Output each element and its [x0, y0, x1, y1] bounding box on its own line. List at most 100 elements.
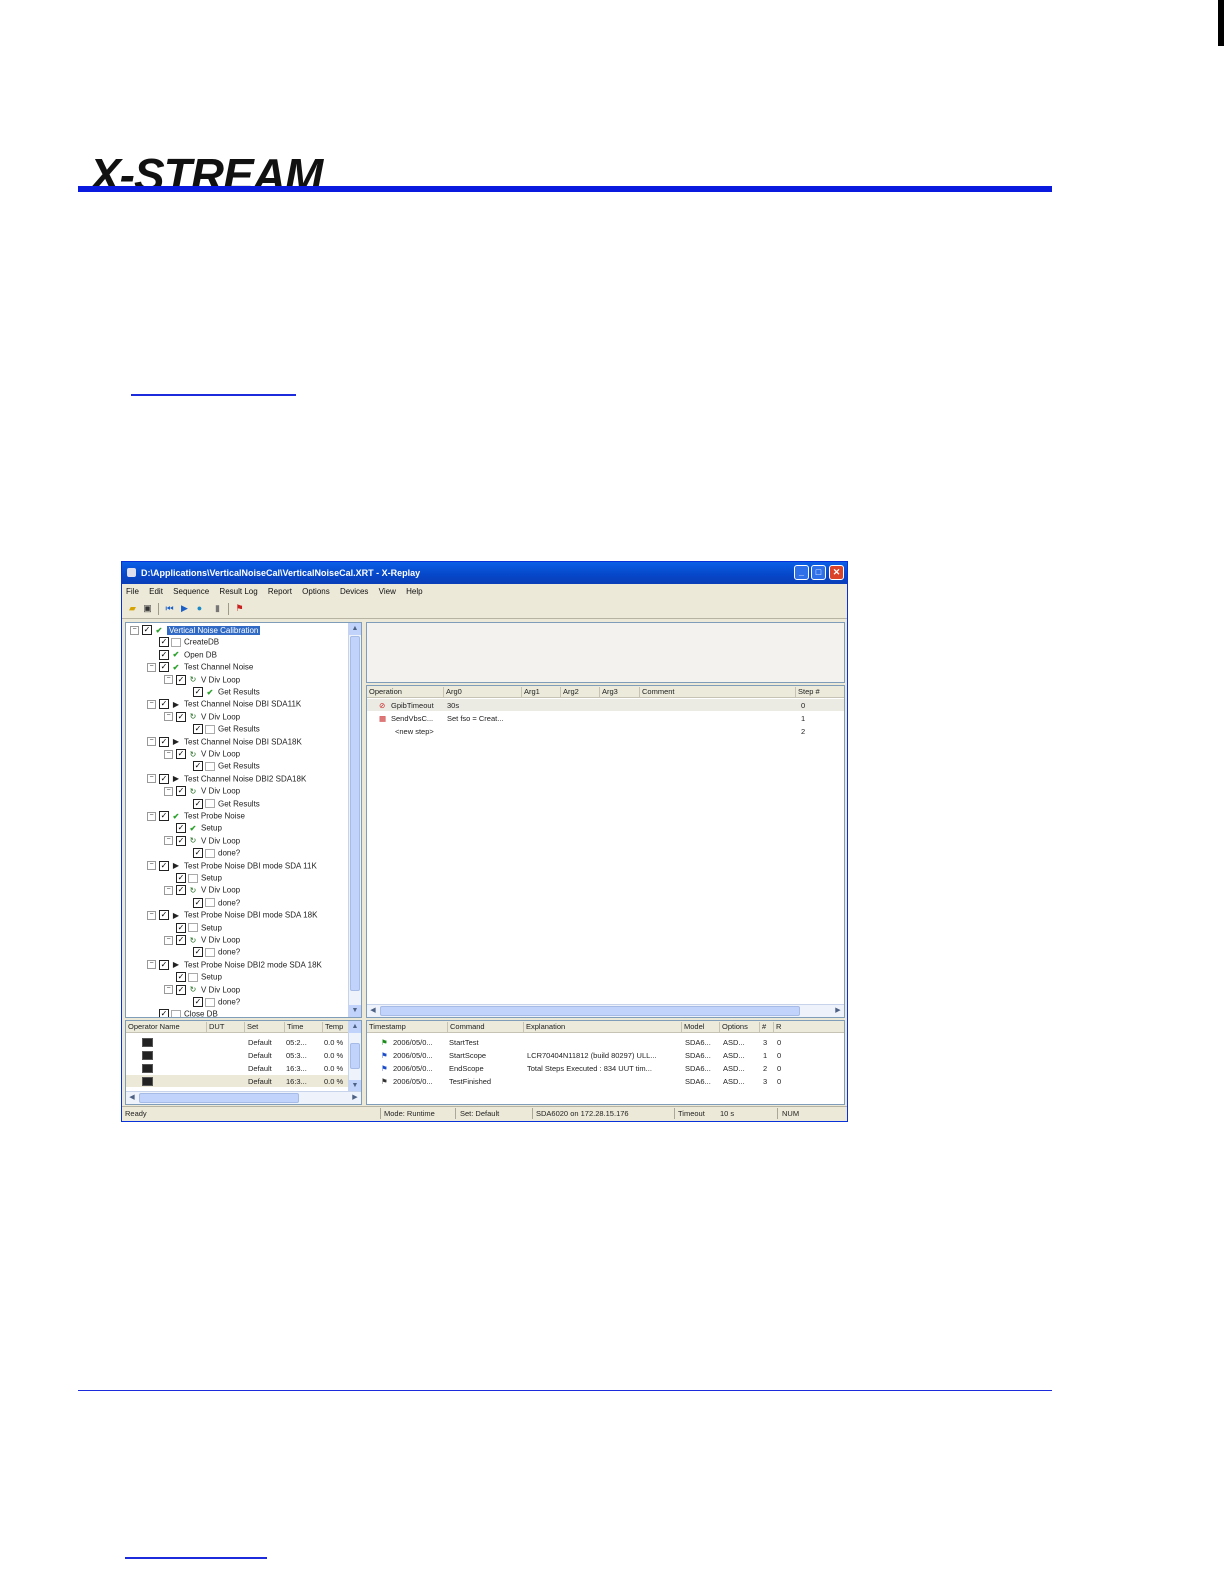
- minimize-button[interactable]: _: [794, 565, 809, 580]
- expand-toggle-icon[interactable]: −: [147, 662, 156, 672]
- enable-checkbox[interactable]: ✓: [159, 811, 169, 821]
- menu-options[interactable]: Options: [298, 584, 334, 596]
- col-comment[interactable]: Comment: [639, 687, 675, 697]
- tree-item[interactable]: ✓ Setup: [164, 922, 222, 935]
- enable-checkbox[interactable]: ✓: [193, 687, 203, 697]
- expand-toggle-icon[interactable]: −: [164, 675, 173, 685]
- tree-item[interactable]: ✓ Get Results: [181, 798, 260, 811]
- expand-toggle-icon[interactable]: −: [164, 935, 173, 945]
- results-vertical-scrollbar[interactable]: ▲ ▼: [348, 1021, 361, 1092]
- enable-checkbox[interactable]: ✓: [159, 736, 169, 747]
- col-explanation[interactable]: Explanation: [523, 1022, 565, 1032]
- enable-checkbox[interactable]: ✓: [193, 848, 203, 859]
- tree-item[interactable]: − ✓ ↻ V Div Loop: [164, 674, 240, 687]
- tree-item[interactable]: ✓ Get Results: [181, 724, 260, 736]
- result-row[interactable]: Default 05:3... 0.0 %: [126, 1049, 361, 1061]
- tree-vertical-scrollbar[interactable]: ▲ ▼: [348, 623, 361, 1017]
- result-row[interactable]: Default 05:2... 0.0 %: [126, 1036, 361, 1048]
- expand-toggle-icon[interactable]: −: [164, 749, 173, 759]
- run-icon[interactable]: ●: [194, 603, 205, 614]
- col-number[interactable]: #: [759, 1022, 766, 1032]
- tree-item[interactable]: − ✓ ↻ V Div Loop: [164, 885, 240, 897]
- enable-checkbox[interactable]: ✓: [193, 947, 203, 958]
- maximize-button[interactable]: □: [811, 565, 826, 580]
- menu-devices[interactable]: Devices: [336, 584, 372, 596]
- enable-checkbox[interactable]: ✓: [176, 674, 186, 685]
- enable-checkbox[interactable]: ✓: [193, 761, 203, 772]
- col-command[interactable]: Command: [447, 1022, 485, 1032]
- enable-checkbox[interactable]: ✓: [176, 749, 186, 759]
- expand-toggle-icon[interactable]: −: [147, 861, 156, 871]
- enable-checkbox[interactable]: ✓: [159, 959, 169, 970]
- tree-item[interactable]: − ✓ ▶ Test Probe Noise DBI mode SDA 18K: [147, 910, 317, 922]
- tree-item[interactable]: ✓ Setup: [164, 873, 222, 885]
- menu-report[interactable]: Report: [264, 584, 296, 596]
- col-timestamp[interactable]: Timestamp: [367, 1022, 406, 1032]
- scroll-thumb[interactable]: [350, 1043, 360, 1069]
- tree-item[interactable]: − ✓ ▶ Test Channel Noise DBI2 SDA18K: [147, 773, 306, 786]
- scroll-up-arrow-icon[interactable]: ▲: [349, 623, 361, 635]
- tree-item[interactable]: − ✓ ↻ V Div Loop: [164, 984, 240, 997]
- col-model[interactable]: Model: [681, 1022, 704, 1032]
- tree-item[interactable]: − ✓ ↻ V Div Loop: [164, 835, 240, 848]
- col-dut[interactable]: DUT: [206, 1022, 224, 1032]
- play-icon[interactable]: ▶: [179, 603, 190, 614]
- tree-item[interactable]: − ✓ ✔ Test Probe Noise: [147, 811, 245, 823]
- col-time[interactable]: Time: [284, 1022, 303, 1032]
- tree-item[interactable]: − ✓ ▶ Test Channel Noise DBI SDA11K: [147, 699, 301, 711]
- scroll-thumb[interactable]: [139, 1093, 299, 1103]
- tree-item[interactable]: ✓ Setup: [164, 972, 222, 984]
- enable-checkbox[interactable]: ✓: [193, 997, 203, 1007]
- enable-checkbox[interactable]: ✓: [159, 637, 169, 648]
- tree-item[interactable]: − ✓ ✔ Vertical Noise Calibration: [130, 625, 261, 637]
- col-r[interactable]: R: [773, 1022, 781, 1032]
- pause-icon[interactable]: ▮: [212, 603, 223, 614]
- scroll-thumb[interactable]: [380, 1006, 800, 1016]
- expand-toggle-icon[interactable]: −: [147, 811, 156, 821]
- scroll-right-arrow-icon[interactable]: ▶: [349, 1092, 361, 1104]
- enable-checkbox[interactable]: ✓: [159, 910, 169, 921]
- step-row[interactable]: ⊘ GpibTimeout 30s 0: [367, 699, 844, 711]
- expand-toggle-icon[interactable]: −: [164, 885, 173, 895]
- col-set[interactable]: Set: [244, 1022, 258, 1032]
- expand-toggle-icon[interactable]: −: [164, 836, 173, 846]
- menu-file[interactable]: File: [122, 584, 143, 596]
- scroll-right-arrow-icon[interactable]: ▶: [832, 1005, 844, 1017]
- event-row[interactable]: ⚑ 2006/05/0... EndScope Total Steps Execute…: [367, 1062, 844, 1074]
- enable-checkbox[interactable]: ✓: [159, 662, 169, 673]
- enable-checkbox[interactable]: ✓: [176, 885, 186, 896]
- enable-checkbox[interactable]: ✓: [176, 935, 186, 945]
- col-arg2[interactable]: Arg2: [560, 687, 579, 697]
- event-row[interactable]: ⚑ 2006/05/0... TestFinished SDA6... ASD... 3 0: [367, 1075, 844, 1087]
- scroll-up-arrow-icon[interactable]: ▲: [349, 1021, 361, 1033]
- tree-item[interactable]: − ✓ ▶ Test Probe Noise DBI2 mode SDA 18K: [147, 959, 322, 972]
- col-arg0[interactable]: Arg0: [443, 687, 462, 697]
- tree-item[interactable]: ✓ done?: [181, 997, 240, 1009]
- tree-item[interactable]: − ✓ ↻ V Div Loop: [164, 786, 240, 798]
- col-step-number[interactable]: Step #: [795, 687, 820, 697]
- expand-toggle-icon[interactable]: −: [164, 985, 173, 995]
- enable-checkbox[interactable]: ✓: [176, 786, 186, 797]
- expand-toggle-icon[interactable]: −: [147, 960, 156, 970]
- tree-item[interactable]: ✓ done?: [181, 897, 240, 910]
- step-row[interactable]: <new step> 2: [367, 725, 844, 737]
- col-options[interactable]: Options: [719, 1022, 748, 1032]
- event-row[interactable]: ⚑ 2006/05/0... StartScope LCR70404N11812 (b…: [367, 1049, 844, 1061]
- tree-item[interactable]: ✓ CreateDB: [147, 637, 219, 649]
- enable-checkbox[interactable]: ✓: [193, 724, 203, 735]
- hyperlink-underline-bottom[interactable]: [125, 1557, 267, 1559]
- enable-checkbox[interactable]: ✓: [159, 860, 169, 871]
- enable-checkbox[interactable]: ✓: [176, 984, 186, 995]
- open-folder-icon[interactable]: ▰: [127, 603, 138, 614]
- enable-checkbox[interactable]: ✓: [159, 773, 169, 784]
- tree-item[interactable]: − ✓ ↻ V Div Loop: [164, 749, 240, 761]
- step-row[interactable]: ▦ SendVbsC... Set fso = Creat... 1: [367, 712, 844, 724]
- rewind-icon[interactable]: ⏮: [164, 603, 175, 614]
- enable-checkbox[interactable]: ✓: [176, 972, 186, 983]
- col-arg3[interactable]: Arg3: [599, 687, 618, 697]
- steps-horizontal-scrollbar[interactable]: ◀ ▶: [367, 1004, 844, 1017]
- col-temp[interactable]: Temp: [322, 1022, 343, 1032]
- expand-toggle-icon[interactable]: −: [147, 774, 156, 784]
- tree-item[interactable]: − ✓ ↻ V Div Loop: [164, 711, 240, 724]
- enable-checkbox[interactable]: ✓: [159, 1009, 169, 1017]
